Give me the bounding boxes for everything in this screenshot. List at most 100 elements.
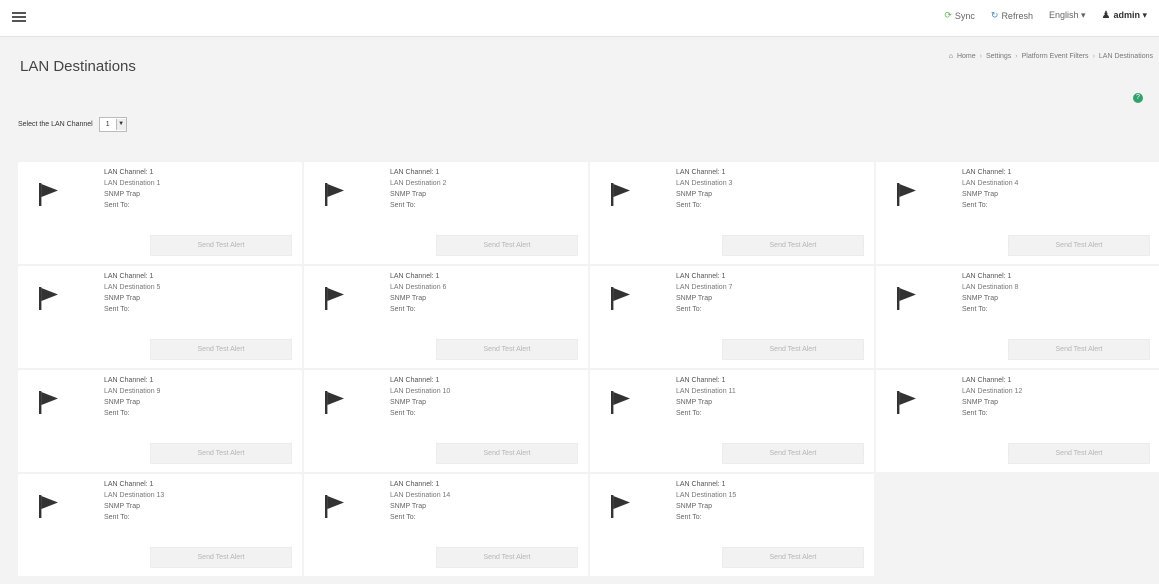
card-details: LAN Channel: 1 LAN Destination 7 SNMP Tr…: [676, 271, 732, 315]
card-details: LAN Channel: 1 LAN Destination 15 SNMP T…: [676, 479, 736, 523]
flag-icon: [39, 287, 58, 310]
breadcrumb-settings[interactable]: Settings: [986, 53, 1011, 60]
flag-icon: [897, 391, 916, 414]
send-test-alert-button[interactable]: Send Test Alert: [1008, 235, 1150, 256]
card-details: LAN Channel: 1 LAN Destination 9 SNMP Tr…: [104, 375, 160, 419]
hamburger-menu-icon[interactable]: [12, 12, 26, 22]
destination-card: LAN Channel: 1 LAN Destination 14 SNMP T…: [304, 474, 588, 576]
send-test-alert-button[interactable]: Send Test Alert: [1008, 443, 1150, 464]
breadcrumb-platform-event-filters[interactable]: Platform Event Filters: [1022, 53, 1089, 60]
send-test-alert-button[interactable]: Send Test Alert: [436, 235, 578, 256]
breadcrumb-separator: ›: [1092, 53, 1095, 60]
card-destination: LAN Destination 1: [104, 180, 161, 187]
card-type: SNMP Trap: [676, 191, 713, 198]
user-icon: ♟: [1101, 10, 1111, 21]
card-type: SNMP Trap: [104, 503, 141, 510]
flag-icon: [325, 287, 344, 310]
card-type: SNMP Trap: [676, 399, 713, 406]
language-label: English ▾: [1048, 10, 1086, 20]
card-type: SNMP Trap: [104, 191, 141, 198]
card-type: SNMP Trap: [676, 295, 713, 302]
send-test-alert-button[interactable]: Send Test Alert: [150, 235, 292, 256]
flag-icon: [325, 391, 344, 414]
sync-label: Sync: [954, 10, 975, 21]
refresh-label: Refresh: [1001, 10, 1033, 21]
destination-card: LAN Channel: 1 LAN Destination 13 SNMP T…: [18, 474, 302, 576]
card-channel: LAN Channel: 1: [676, 169, 726, 176]
page-header: LAN Destinations ⌂ Home › Settings › Pla…: [0, 36, 1159, 104]
card-channel: LAN Channel: 1: [390, 377, 440, 384]
chevron-down-icon: ▼: [115, 119, 126, 130]
destination-card: LAN Channel: 1 LAN Destination 15 SNMP T…: [590, 474, 874, 576]
send-test-alert-button[interactable]: Send Test Alert: [436, 443, 578, 464]
refresh-button[interactable]: ↻ Refresh: [991, 10, 1033, 21]
destination-card: LAN Channel: 1 LAN Destination 12 SNMP T…: [876, 370, 1159, 472]
card-sent-to: Sent To:: [390, 202, 416, 209]
channel-selector-label: Select the LAN Channel: [18, 121, 93, 128]
top-navbar: ⟳ Sync ↻ Refresh English ▾ ♟ admin ▾: [0, 0, 1159, 37]
card-details: LAN Channel: 1 LAN Destination 5 SNMP Tr…: [104, 271, 160, 315]
send-test-alert-button[interactable]: Send Test Alert: [150, 547, 292, 568]
card-channel: LAN Channel: 1: [962, 377, 1012, 384]
card-details: LAN Channel: 1 LAN Destination 2 SNMP Tr…: [390, 167, 446, 211]
card-sent-to: Sent To:: [390, 306, 416, 313]
card-sent-to: Sent To:: [962, 410, 988, 417]
destination-card: LAN Channel: 1 LAN Destination 11 SNMP T…: [590, 370, 874, 472]
card-destination: LAN Destination 8: [962, 284, 1019, 291]
send-test-alert-button[interactable]: Send Test Alert: [436, 339, 578, 360]
card-type: SNMP Trap: [104, 399, 141, 406]
send-test-alert-button[interactable]: Send Test Alert: [150, 443, 292, 464]
card-destination: LAN Destination 15: [676, 492, 737, 499]
card-destination: LAN Destination 7: [676, 284, 733, 291]
card-sent-to: Sent To:: [962, 306, 988, 313]
destination-grid: LAN Channel: 1 LAN Destination 1 SNMP Tr…: [18, 162, 1159, 576]
card-type: SNMP Trap: [390, 295, 427, 302]
flag-icon: [611, 287, 630, 310]
send-test-alert-button[interactable]: Send Test Alert: [722, 547, 864, 568]
breadcrumb-current: LAN Destinations: [1098, 53, 1153, 60]
card-channel: LAN Channel: 1: [962, 273, 1012, 280]
help-icon[interactable]: ?: [1133, 93, 1143, 103]
send-test-alert-button[interactable]: Send Test Alert: [150, 339, 292, 360]
language-dropdown[interactable]: English ▾: [1049, 10, 1086, 21]
send-test-alert-button[interactable]: Send Test Alert: [722, 339, 864, 360]
card-sent-to: Sent To:: [676, 306, 702, 313]
card-details: LAN Channel: 1 LAN Destination 14 SNMP T…: [390, 479, 450, 523]
breadcrumb-home[interactable]: Home: [957, 53, 976, 60]
send-test-alert-button[interactable]: Send Test Alert: [1008, 339, 1150, 360]
card-channel: LAN Channel: 1: [962, 169, 1012, 176]
sync-button[interactable]: ⟳ Sync: [944, 10, 975, 21]
card-destination: LAN Destination 9: [104, 388, 161, 395]
send-test-alert-button[interactable]: Send Test Alert: [436, 547, 578, 568]
breadcrumb-separator: ›: [979, 53, 982, 60]
card-details: LAN Channel: 1 LAN Destination 10 SNMP T…: [390, 375, 450, 419]
send-test-alert-button[interactable]: Send Test Alert: [722, 443, 864, 464]
card-details: LAN Channel: 1 LAN Destination 8 SNMP Tr…: [962, 271, 1018, 315]
refresh-icon: ↻: [990, 10, 999, 20]
user-dropdown[interactable]: ♟ admin ▾: [1102, 10, 1148, 21]
destination-card: LAN Channel: 1 LAN Destination 1 SNMP Tr…: [18, 162, 302, 264]
home-icon[interactable]: ⌂: [949, 53, 953, 60]
destination-card: LAN Channel: 1 LAN Destination 9 SNMP Tr…: [18, 370, 302, 472]
card-details: LAN Channel: 1 LAN Destination 4 SNMP Tr…: [962, 167, 1018, 211]
channel-select[interactable]: 1 ▼: [98, 117, 127, 132]
breadcrumb: ⌂ Home › Settings › Platform Event Filte…: [949, 53, 1153, 60]
card-destination: LAN Destination 12: [962, 388, 1023, 395]
send-test-alert-button[interactable]: Send Test Alert: [722, 235, 864, 256]
card-destination: LAN Destination 3: [676, 180, 733, 187]
card-channel: LAN Channel: 1: [104, 377, 154, 384]
card-details: LAN Channel: 1 LAN Destination 3 SNMP Tr…: [676, 167, 732, 211]
card-destination: LAN Destination 6: [390, 284, 447, 291]
destination-card: LAN Channel: 1 LAN Destination 4 SNMP Tr…: [876, 162, 1159, 264]
card-type: SNMP Trap: [676, 503, 713, 510]
card-sent-to: Sent To:: [676, 514, 702, 521]
flag-icon: [611, 183, 630, 206]
card-sent-to: Sent To:: [104, 306, 130, 313]
card-sent-to: Sent To:: [676, 202, 702, 209]
card-details: LAN Channel: 1 LAN Destination 13 SNMP T…: [104, 479, 164, 523]
flag-icon: [611, 495, 630, 518]
card-details: LAN Channel: 1 LAN Destination 1 SNMP Tr…: [104, 167, 160, 211]
card-destination: LAN Destination 11: [676, 388, 736, 395]
card-channel: LAN Channel: 1: [104, 481, 154, 488]
card-destination: LAN Destination 2: [390, 180, 447, 187]
